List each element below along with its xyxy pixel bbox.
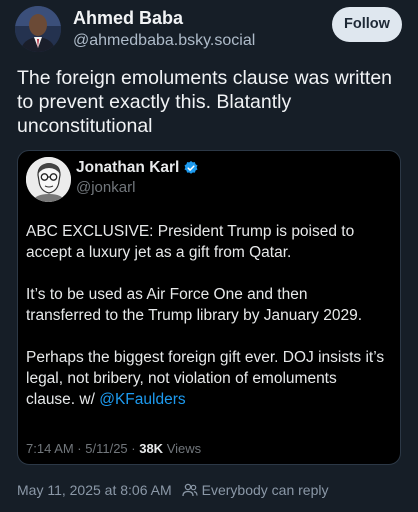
verified-badge-icon (184, 161, 198, 174)
mention-link[interactable]: @KFaulders (99, 391, 185, 408)
embed-views-label: Views (163, 441, 202, 456)
embed-paragraph: It’s to be used as Air Force One and the… (26, 286, 362, 324)
embed-author-avatar[interactable] (26, 157, 71, 202)
embed-time-date[interactable]: 7:14 AM · 5/11/25 · (26, 441, 139, 456)
post-card: Ahmed Baba @ahmedbaba.bsky.social Follow… (0, 0, 418, 512)
post-timestamp: May 11, 2025 at 8:06 AM (17, 482, 172, 498)
avatar-photo-icon (15, 6, 61, 52)
author-handle[interactable]: @ahmedbaba.bsky.social (73, 32, 255, 50)
embed-paragraph-last: Perhaps the biggest foreign gift ever. D… (26, 347, 386, 410)
embedded-post[interactable]: Jonathan Karl @jonkarl ABC EXCLUSIVE: Pr… (17, 150, 401, 465)
embed-paragraph-text: Perhaps the biggest foreign gift ever. D… (26, 349, 385, 408)
embed-author-row: Jonathan Karl (76, 159, 199, 177)
post-text: The foreign emoluments clause was writte… (17, 67, 393, 137)
embed-author-name[interactable]: Jonathan Karl (76, 159, 179, 177)
embed-author-handle[interactable]: @jonkarl (76, 179, 135, 196)
author-name[interactable]: Ahmed Baba (73, 8, 183, 29)
post-meta: May 11, 2025 at 8:06 AM Everybody can re… (17, 482, 328, 498)
people-icon (181, 483, 198, 497)
embed-views-count: 38K (139, 441, 164, 456)
author-avatar[interactable] (15, 6, 61, 52)
avatar-sketch-icon (26, 157, 71, 202)
embed-text: ABC EXCLUSIVE: President Trump is poised… (26, 221, 386, 431)
follow-button[interactable]: Follow (332, 7, 402, 42)
embed-paragraph: ABC EXCLUSIVE: President Trump is poised… (26, 223, 355, 261)
embed-meta: 7:14 AM · 5/11/25 · 38K Views (26, 441, 201, 456)
reply-setting[interactable]: Everybody can reply (202, 482, 329, 498)
